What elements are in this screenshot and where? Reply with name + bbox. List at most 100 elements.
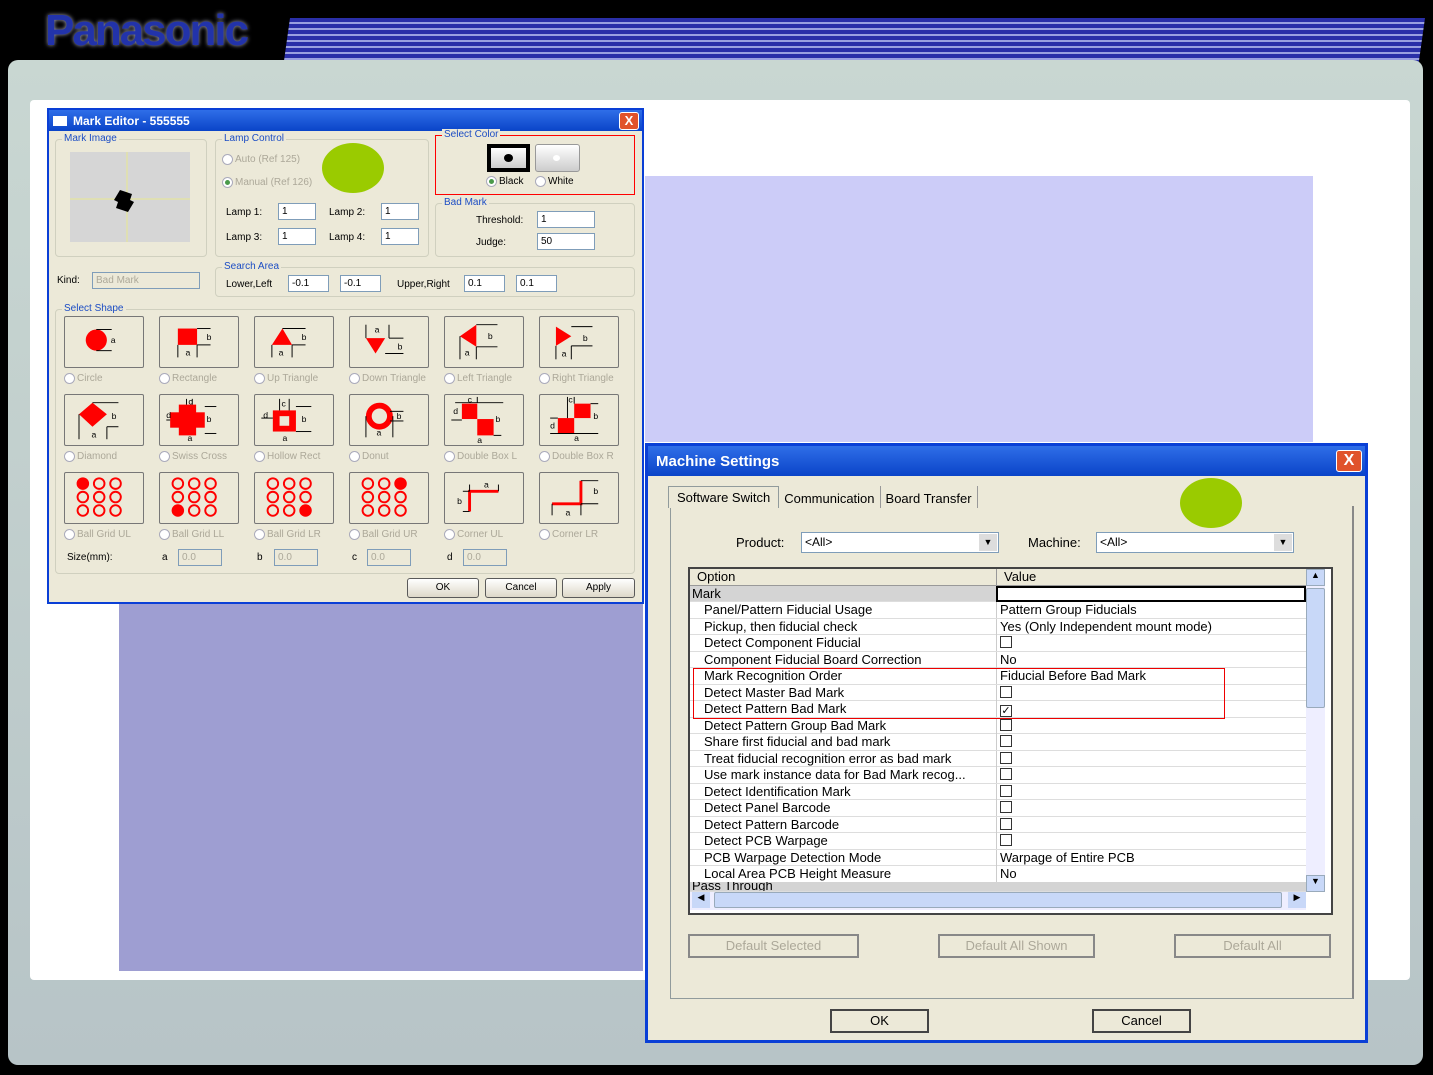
scroll-down-icon[interactable]: ▼	[1306, 875, 1325, 892]
size-c-input[interactable]: 0.0	[367, 549, 411, 566]
lamp1-input[interactable]: 1	[278, 203, 316, 220]
shape-button-righttri[interactable]: ba	[539, 316, 619, 368]
option-value[interactable]: Warpage of Entire PCB	[1000, 850, 1135, 866]
checkbox[interactable]	[1000, 801, 1012, 813]
product-select[interactable]: <All> ▼	[801, 532, 999, 553]
option-value[interactable]: No	[1000, 652, 1017, 668]
checkbox[interactable]	[1000, 817, 1012, 830]
checkbox[interactable]	[1000, 751, 1012, 764]
table-row[interactable]: Treat fiducial recognition error as bad …	[690, 750, 1306, 767]
shape-button-dboxr[interactable]: c d b a	[539, 394, 619, 446]
table-row[interactable]: Detect Pattern Barcode	[690, 816, 1306, 833]
shape-radio-hollow[interactable]: Hollow Rect	[254, 451, 320, 462]
shape-radio-dboxr[interactable]: Double Box R	[539, 451, 614, 462]
shape-radio-uptri[interactable]: Up Triangle	[254, 373, 318, 384]
ok-button[interactable]: OK	[830, 1009, 929, 1033]
option-value[interactable]	[1000, 767, 1012, 783]
cancel-button[interactable]: Cancel	[1092, 1009, 1191, 1033]
scroll-left-icon[interactable]: ◀	[692, 892, 710, 908]
lamp4-input[interactable]: 1	[381, 228, 419, 245]
close-button[interactable]: X	[619, 112, 639, 130]
shape-radio-righttri[interactable]: Right Triangle	[539, 373, 614, 384]
default-all-button[interactable]: Default All	[1174, 934, 1331, 958]
option-value[interactable]	[1000, 734, 1012, 750]
shape-button-rect[interactable]: ba	[159, 316, 239, 368]
close-button[interactable]: X	[1336, 450, 1362, 472]
size-b-input[interactable]: 0.0	[274, 549, 318, 566]
hscroll-thumb[interactable]	[714, 892, 1282, 908]
table-row[interactable]: PCB Warpage Detection Mode Warpage of Ent…	[690, 849, 1306, 866]
kind-input[interactable]: Bad Mark	[92, 272, 200, 289]
lower-left-y-input[interactable]: -0.1	[340, 275, 381, 292]
lower-left-x-input[interactable]: -0.1	[288, 275, 329, 292]
shape-button-lefttri[interactable]: ba	[444, 316, 524, 368]
option-value[interactable]	[1000, 817, 1012, 833]
shape-button-circle[interactable]: a	[64, 316, 144, 368]
checkbox[interactable]	[1000, 636, 1012, 648]
shape-button-donut[interactable]: ba	[349, 394, 429, 446]
tab-software-switch[interactable]: Software Switch	[668, 486, 780, 508]
table-row[interactable]: Detect Component Fiducial	[690, 635, 1306, 652]
tab-board-transfer[interactable]: Board Transfer	[881, 486, 978, 508]
option-value[interactable]	[1000, 784, 1012, 800]
shape-button-diamond[interactable]: ba	[64, 394, 144, 446]
shape-button-dboxl[interactable]: cd b a	[444, 394, 524, 446]
table-row[interactable]: Detect Panel Barcode	[690, 800, 1306, 817]
manual-radio[interactable]: Manual (Ref 126)	[222, 177, 312, 188]
scroll-up-icon[interactable]: ▲	[1306, 569, 1325, 586]
apply-button[interactable]: Apply	[562, 578, 635, 598]
table-row[interactable]: Detect PCB Warpage	[690, 833, 1306, 850]
scroll-thumb[interactable]	[1306, 588, 1325, 708]
group-row-pass-through[interactable]: Pass Through	[690, 882, 1306, 892]
shape-button-bg8[interactable]	[254, 472, 334, 524]
option-value[interactable]	[1000, 751, 1012, 767]
shape-radio-cross[interactable]: Swiss Cross	[159, 451, 227, 462]
cancel-button[interactable]: Cancel	[485, 578, 557, 598]
option-value[interactable]	[1000, 800, 1012, 816]
table-row[interactable]: Detect Identification Mark	[690, 783, 1306, 800]
checkbox[interactable]	[1000, 768, 1012, 780]
shape-button-downtri[interactable]: ab	[349, 316, 429, 368]
option-value[interactable]	[1000, 635, 1012, 651]
default-all-shown-button[interactable]: Default All Shown	[938, 934, 1095, 958]
shape-radio-dboxl[interactable]: Double Box L	[444, 451, 517, 462]
size-a-input[interactable]: 0.0	[178, 549, 222, 566]
shape-button-bg6[interactable]	[159, 472, 239, 524]
shape-radio-bg6[interactable]: Ball Grid LL	[159, 529, 224, 540]
machine-select[interactable]: <All> ▼	[1096, 532, 1294, 553]
shape-button-cornlr[interactable]: ba	[539, 472, 619, 524]
option-value[interactable]: Pattern Group Fiducials	[1000, 602, 1137, 618]
checkbox[interactable]	[1000, 718, 1012, 731]
tab-communication[interactable]: Communication	[779, 486, 881, 508]
shape-button-uptri[interactable]: ba	[254, 316, 334, 368]
shape-radio-diamond[interactable]: Diamond	[64, 451, 117, 462]
upper-right-x-input[interactable]: 0.1	[464, 275, 505, 292]
shape-radio-circle[interactable]: Circle	[64, 373, 103, 384]
white-color-swatch[interactable]	[535, 144, 580, 172]
shape-radio-cornul[interactable]: Corner UL	[444, 529, 503, 540]
upper-right-y-input[interactable]: 0.1	[516, 275, 557, 292]
auto-radio[interactable]: Auto (Ref 125)	[222, 154, 300, 165]
checkbox[interactable]	[1000, 784, 1012, 797]
shape-radio-cornlr[interactable]: Corner LR	[539, 529, 598, 540]
vertical-scrollbar[interactable]: ▲ ▼	[1306, 569, 1325, 892]
option-value[interactable]	[1000, 833, 1012, 849]
horizontal-scrollbar[interactable]: ◀ ▶	[690, 892, 1306, 910]
shape-radio-bg0[interactable]: Ball Grid UL	[64, 529, 131, 540]
black-radio[interactable]: Black	[486, 176, 523, 187]
table-row[interactable]: Component Fiducial Board Correction No	[690, 651, 1306, 668]
lamp2-input[interactable]: 1	[381, 203, 419, 220]
black-color-swatch[interactable]	[487, 144, 530, 172]
ok-button[interactable]: OK	[407, 578, 479, 598]
group-row-mark[interactable]: Mark	[690, 585, 1306, 602]
checkbox[interactable]	[1000, 834, 1012, 846]
threshold-input[interactable]: 1	[537, 211, 595, 228]
shape-button-cornul[interactable]: ab	[444, 472, 524, 524]
shape-radio-downtri[interactable]: Down Triangle	[349, 373, 426, 384]
option-value[interactable]: Yes (Only Independent mount mode)	[1000, 619, 1212, 635]
option-value[interactable]: No	[1000, 866, 1017, 882]
option-value[interactable]	[1000, 718, 1012, 734]
shape-button-hollow[interactable]: c d b a	[254, 394, 334, 446]
shape-button-bg0[interactable]	[64, 472, 144, 524]
table-row[interactable]: Share first fiducial and bad mark	[690, 734, 1306, 751]
